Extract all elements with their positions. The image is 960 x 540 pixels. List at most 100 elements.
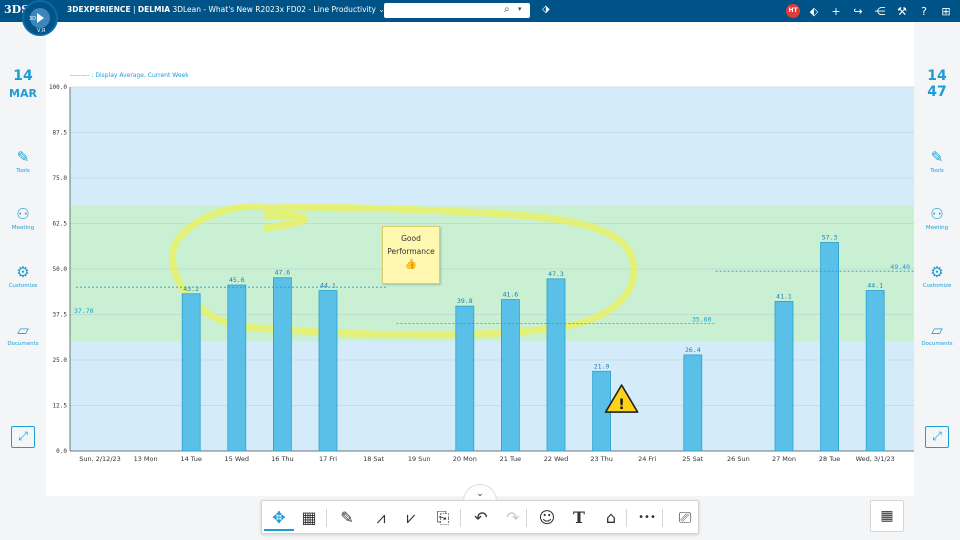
text-button[interactable]: T — [564, 505, 594, 531]
x-tick-label: 20 Mon — [453, 455, 477, 463]
apps-icon[interactable]: ⊞ — [938, 5, 954, 18]
thumbs-up-icon: 👍 — [404, 259, 418, 270]
bar-value-label: 47.3 — [548, 270, 564, 278]
plus-icon[interactable]: + — [828, 5, 844, 18]
search-icon[interactable]: ⌕ — [504, 4, 510, 15]
app-name[interactable]: 3DLean - What's New R2023x FD02 - Line P… — [172, 5, 376, 14]
warning-icon-mark: ! — [618, 397, 624, 413]
undo-button[interactable]: ↶ — [466, 505, 496, 531]
y-tick-label: 75.0 — [53, 175, 68, 182]
compass-label-bottom: V,R — [37, 28, 46, 34]
calculator-button[interactable]: ▦ — [870, 500, 904, 532]
average-label: 37.70 — [74, 307, 94, 315]
x-tick-label: 25 Sat — [682, 455, 703, 463]
legend-text: --------- : Display Average, Current Wee… — [70, 72, 189, 79]
export-button[interactable]: ⎘ — [428, 505, 458, 531]
search-input[interactable]: ⌕ ▾ — [384, 3, 530, 18]
bar-16 — [820, 242, 839, 452]
sticky-note[interactable]: Good Performance 👍 — [382, 226, 440, 284]
bar-value-label: 44.1 — [320, 281, 336, 289]
x-tick-label: 17 Fri — [319, 455, 337, 463]
folder-icon: ▱ — [17, 321, 29, 339]
tag-icon[interactable]: ⬗ — [542, 4, 550, 15]
bar-value-label: 47.6 — [275, 269, 291, 277]
bar-17 — [865, 290, 885, 452]
play-icon — [37, 13, 44, 23]
bar-13 — [683, 354, 703, 452]
date-month: MAR — [9, 87, 37, 100]
sidebar-item-documents[interactable]: ▱ Documents — [0, 321, 46, 347]
y-tick-label: 50.0 — [53, 266, 68, 273]
sticker-button[interactable]: ☺ — [532, 505, 562, 531]
date-day: 14 — [13, 68, 33, 84]
sidebar-item-customize-right[interactable]: ⚙ Customize — [914, 263, 960, 289]
sidebar-item-documents-right[interactable]: ▱ Documents — [914, 321, 960, 347]
y-tick-label: 37.5 — [53, 312, 68, 319]
folder-icon: ▱ — [931, 321, 943, 339]
note-button[interactable]: ⌂ — [596, 505, 626, 531]
sidebar-item-meeting[interactable]: ⚇ Meeting — [0, 205, 46, 231]
bar-10 — [546, 278, 566, 452]
board-tool-button[interactable]: ▦ — [294, 505, 324, 531]
app-brand: DELMIA — [137, 5, 171, 14]
toolbar-separator — [326, 509, 327, 527]
avatar[interactable]: HT — [786, 4, 800, 18]
x-tick-label: 28 Tue — [819, 455, 840, 463]
x-tick-label: 26 Sun — [727, 455, 750, 463]
x-tick-label: 13 Mon — [134, 455, 158, 463]
gear-icon: ⚙ — [930, 263, 944, 281]
bar-value-label: 26.4 — [685, 346, 701, 354]
bottom-toolbar: ✥ ▦ ✎ ⩘ ⩗ ⎘ ↶ ↷ ☺ T ⌂ ••• ⎚ — [261, 500, 699, 534]
more-button[interactable]: ••• — [632, 505, 662, 531]
tools-icon[interactable]: ⚒ — [894, 5, 910, 18]
top-bar: 3DS 3DEXPERIENCE | DELMIA 3DLean - What'… — [0, 0, 960, 22]
average-label: 35.60 — [692, 316, 712, 324]
app-prefix: 3DEXPERIENCE — [67, 5, 131, 14]
expand-icon[interactable]: ⤢ — [11, 426, 35, 448]
move-tool-button[interactable]: ✥ — [264, 505, 294, 531]
x-tick-label: Sun, 2/12/23 — [79, 455, 121, 463]
bar-value-label: 43.2 — [183, 285, 199, 293]
chart-area[interactable]: 0.0 12.5 25.0 37.5 50.0 62.5 75.0 87.5 100.0 43.2… — [46, 22, 914, 496]
x-tick-label: 15 Wed — [225, 455, 250, 463]
right-sidebar: 14 47 ✎ Tools ⚇ Meeting ⚙ Customize ▱ Docume… — [914, 22, 960, 540]
share-icon[interactable]: ↪ — [850, 5, 866, 18]
bookmark-icon[interactable]: ⬖ — [806, 5, 822, 18]
week-number: 47 — [927, 84, 947, 100]
y-tick-label: 62.5 — [53, 221, 68, 228]
bar-value-label: 21.9 — [594, 362, 610, 370]
meeting-icon: ⚇ — [930, 205, 944, 223]
sidebar-item-tools[interactable]: ✎ Tools — [0, 148, 46, 174]
compass-button[interactable]: 3D V,R — [22, 0, 58, 36]
x-tick-label: 14 Tue — [180, 455, 201, 463]
bar-value-label: 44.1 — [867, 281, 883, 289]
gear-icon: ⚙ — [16, 263, 30, 281]
chevron-down-icon[interactable]: ▾ — [518, 5, 522, 13]
sidebar-item-meeting-right[interactable]: ⚇ Meeting — [914, 205, 960, 231]
band-upper — [70, 87, 914, 206]
compass-label-top: 3D — [29, 16, 37, 22]
sidebar-item-customize[interactable]: ⚙ Customize — [0, 263, 46, 289]
bar-3 — [227, 284, 247, 452]
x-tick-label: 21 Tue — [500, 455, 521, 463]
pen-tool-button[interactable]: ✎ — [332, 505, 362, 531]
bar-5 — [318, 290, 338, 452]
help-icon[interactable]: ? — [916, 5, 932, 18]
y-tick-label: 100.0 — [49, 84, 67, 91]
bar-8 — [455, 305, 475, 452]
redo-button: ↷ — [506, 508, 520, 527]
productivity-chart[interactable]: 0.0 12.5 25.0 37.5 50.0 62.5 75.0 87.5 100.0 43.2… — [46, 22, 914, 496]
network-icon[interactable]: ⋲ — [872, 5, 888, 18]
sidebar-item-tools-right[interactable]: ✎ Tools — [914, 148, 960, 174]
remove-chart-button[interactable]: ⩗ — [396, 505, 426, 531]
bar-9 — [500, 299, 520, 452]
x-tick-label: 16 Thu — [271, 455, 294, 463]
expand-icon-right[interactable]: ⤢ — [925, 426, 949, 448]
bar-value-label: 57.3 — [822, 233, 838, 241]
date-day-right: 14 — [927, 68, 947, 84]
y-tick-label: 25.0 — [53, 357, 68, 364]
toolbar-separator — [626, 509, 627, 527]
mouse-mode-button[interactable]: ⎚ — [670, 505, 700, 531]
add-chart-button[interactable]: ⩘ — [366, 505, 396, 531]
y-tick-label: 0.0 — [56, 448, 67, 455]
